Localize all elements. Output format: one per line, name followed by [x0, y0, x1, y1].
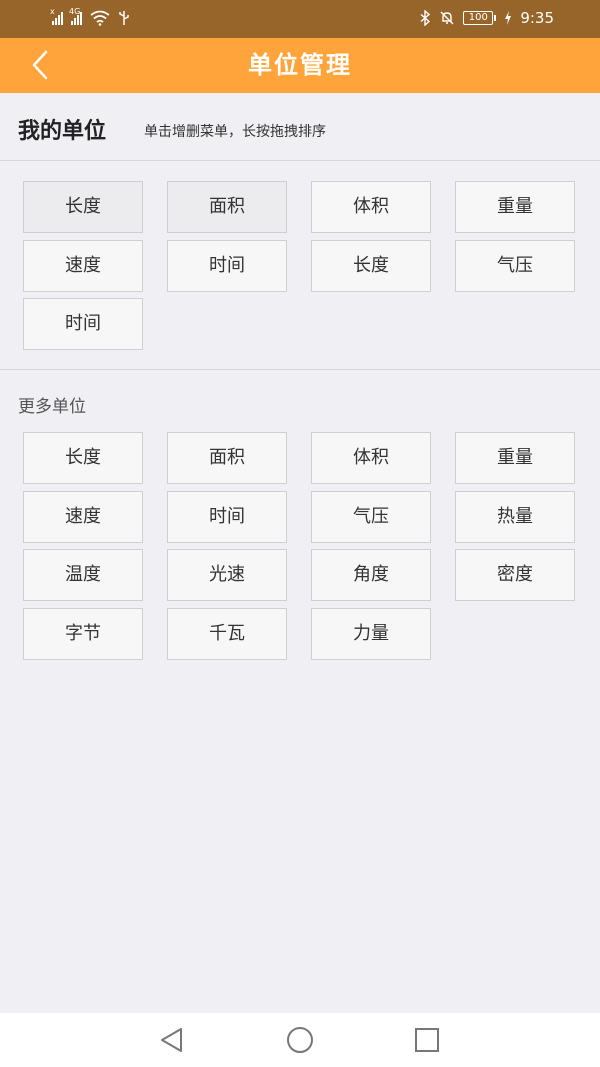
my-units-header: 我的单位 单击增删菜单，长按拖拽排序 — [0, 93, 600, 161]
more-unit-tile[interactable]: 长度 — [23, 432, 143, 484]
square-recent-icon[interactable] — [412, 1025, 442, 1055]
my-unit-tile[interactable]: 重量 — [455, 181, 575, 233]
more-unit-tile[interactable]: 体积 — [311, 432, 431, 484]
mute-bell-icon — [440, 11, 454, 25]
more-unit-tile[interactable]: 字节 — [23, 607, 143, 660]
my-units-hint: 单击增删菜单，长按拖拽排序 — [144, 124, 326, 140]
my-unit-tile[interactable]: 时间 — [23, 298, 143, 350]
page-title: 单位管理 — [248, 51, 352, 79]
triangle-back-icon[interactable] — [157, 1025, 187, 1055]
signal-tag-1: x — [50, 7, 55, 16]
my-unit-tile[interactable]: 时间 — [167, 239, 287, 292]
battery-level: 100 — [463, 11, 494, 25]
status-left: x 4G — [50, 7, 130, 26]
section-divider — [0, 369, 600, 370]
more-unit-tile[interactable]: 热量 — [455, 490, 575, 543]
status-time: 9:35 — [520, 9, 554, 27]
more-unit-tile[interactable]: 时间 — [167, 490, 287, 543]
chevron-left-icon[interactable] — [28, 48, 58, 82]
status-right: 100 9:35 — [419, 9, 554, 27]
my-unit-tile[interactable]: 速度 — [23, 239, 143, 292]
signal-icon-1: x — [50, 7, 63, 25]
status-bar: x 4G 100 9:35 — [0, 0, 600, 38]
more-unit-tile[interactable]: 速度 — [23, 490, 143, 543]
my-units-title: 我的单位 — [18, 119, 107, 144]
my-unit-tile[interactable]: 体积 — [311, 181, 431, 233]
more-unit-tile[interactable]: 千瓦 — [167, 607, 287, 660]
app-header: 单位管理 — [0, 38, 600, 93]
more-unit-tile[interactable]: 密度 — [455, 549, 575, 601]
more-unit-tile[interactable]: 角度 — [311, 549, 431, 601]
circle-home-icon[interactable] — [285, 1025, 315, 1055]
signal-icon-2: 4G — [69, 7, 82, 25]
charging-icon — [505, 11, 512, 25]
my-unit-tile[interactable]: 长度 — [311, 239, 431, 292]
my-unit-tile[interactable]: 面积 — [167, 181, 287, 233]
bluetooth-icon — [420, 10, 431, 26]
wifi-icon — [90, 10, 110, 26]
battery-icon: 100 — [463, 11, 497, 25]
more-unit-tile[interactable]: 面积 — [167, 432, 287, 484]
more-unit-tile[interactable]: 力量 — [311, 607, 431, 660]
usb-icon — [119, 11, 129, 25]
more-units-title: 更多单位 — [18, 397, 86, 417]
more-unit-tile[interactable]: 气压 — [311, 490, 431, 543]
signal-tag-2: 4G — [69, 7, 81, 16]
more-unit-tile[interactable]: 重量 — [455, 432, 575, 484]
more-unit-tile[interactable]: 光速 — [167, 549, 287, 601]
my-unit-tile[interactable]: 气压 — [455, 239, 575, 292]
more-unit-tile[interactable]: 温度 — [23, 549, 143, 601]
system-nav-bar — [0, 1013, 600, 1067]
my-unit-tile[interactable]: 长度 — [23, 181, 143, 233]
